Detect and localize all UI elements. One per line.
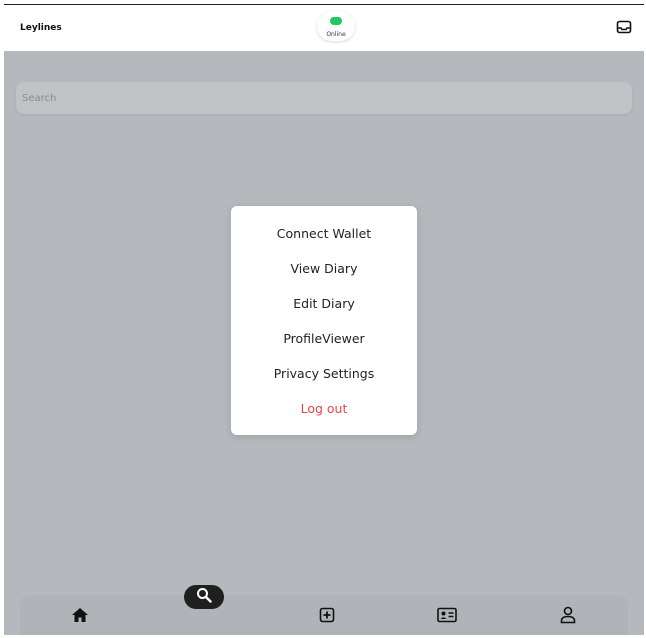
tab-search[interactable]	[184, 585, 224, 609]
top-app-bar: Leylines Online	[4, 5, 644, 51]
menu-item-profile-viewer[interactable]: ProfileViewer	[231, 327, 417, 351]
menu-item-view-diary[interactable]: View Diary	[231, 257, 417, 281]
status-indicator-dot	[330, 17, 342, 25]
menu-item-edit-diary[interactable]: Edit Diary	[231, 292, 417, 316]
search-bar[interactable]	[16, 82, 632, 114]
bottom-tab-bar	[20, 595, 628, 635]
menu-item-log-out[interactable]: Log out	[231, 397, 417, 421]
online-status-toggle[interactable]: Online	[317, 11, 355, 41]
menu-item-privacy-settings[interactable]: Privacy Settings	[231, 362, 417, 386]
search-input[interactable]	[16, 82, 632, 114]
tab-profile[interactable]	[548, 595, 588, 635]
id-card-icon	[437, 607, 457, 623]
menu-item-connect-wallet[interactable]: Connect Wallet	[231, 222, 417, 246]
dropdown-menu: Connect Wallet View Diary Edit Diary Pro…	[231, 206, 417, 435]
search-icon	[196, 587, 212, 607]
home-icon	[71, 607, 89, 623]
tab-home[interactable]	[60, 595, 100, 635]
app-title: Leylines	[20, 23, 62, 33]
status-label: Online	[326, 31, 346, 38]
tab-contacts[interactable]	[427, 595, 467, 635]
plus-square-icon	[319, 607, 335, 623]
inbox-icon[interactable]	[616, 19, 632, 35]
app-screen: Leylines Online Connect Wallet View Diar…	[4, 4, 644, 635]
tab-create[interactable]	[307, 595, 347, 635]
user-icon	[560, 606, 576, 624]
